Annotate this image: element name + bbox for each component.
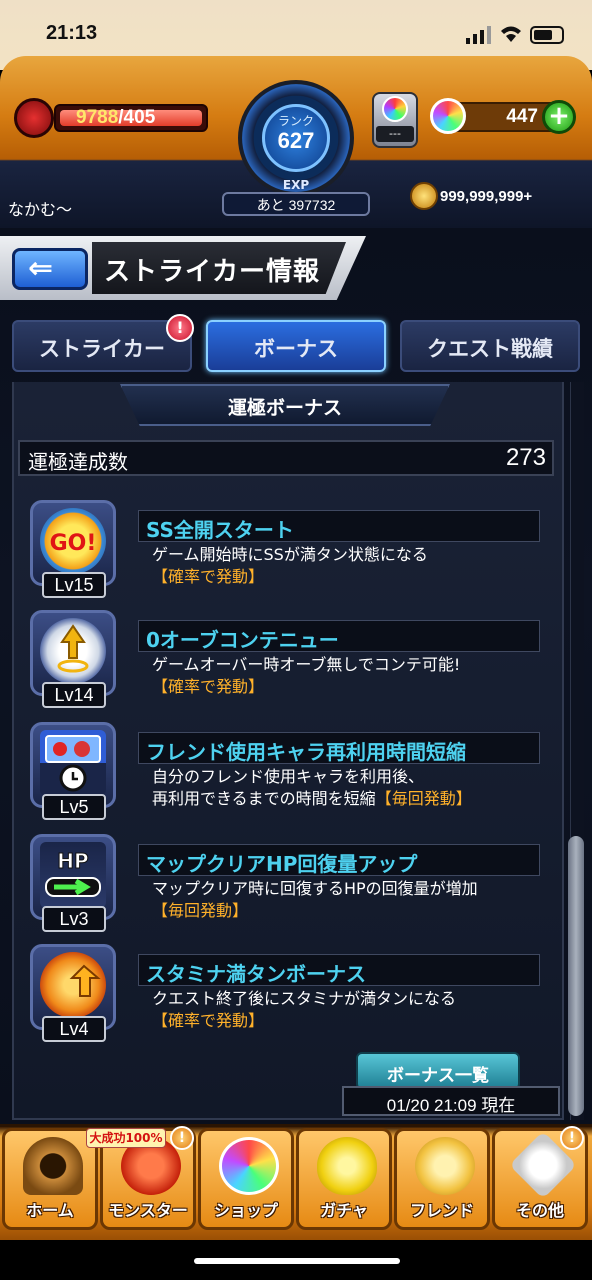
bonus-desc-line: マップクリア時に回復するHPの回復量が増加	[152, 879, 478, 898]
rank-value: 627	[277, 128, 315, 153]
gacha-egg-icon	[317, 1137, 377, 1195]
orb-icon	[430, 98, 466, 134]
bonus-trigger-tag: 【確率で発動】	[152, 677, 265, 696]
orb-value: 447	[506, 106, 538, 127]
bonus-name: スタミナ満タンボーナス	[146, 962, 366, 986]
player-name: なかむ〜	[8, 200, 73, 219]
bonus-badge: HP Lv3	[30, 834, 116, 938]
wifi-icon	[501, 26, 521, 42]
bonus-desc-line: 自分のフレンド使用キャラを利用後、	[152, 767, 425, 786]
bonus-level: Lv5	[42, 794, 106, 820]
bonus-trigger-tag: 【確率で発動】	[152, 567, 265, 586]
stamina-current: 9788	[76, 107, 119, 128]
nav-friend-label: フレンド	[409, 1201, 474, 1220]
bonus-description: 自分のフレンド使用キャラを利用後、 再利用できるまでの時間を短縮【毎回発動】	[152, 766, 472, 810]
battery-icon	[530, 26, 564, 44]
bonus-description: マップクリア時に回復するHPの回復量が増加 【毎回発動】	[152, 878, 478, 922]
stamina-value: 9788/405	[76, 107, 155, 129]
scrollbar-thumb[interactable]	[568, 836, 584, 1116]
bonus-name: マップクリアHP回復量アップ	[146, 852, 418, 876]
back-arrow-icon: ⇐	[28, 251, 54, 286]
stamina-icon	[40, 952, 106, 1018]
home-indicator[interactable]	[194, 1258, 400, 1264]
other-alert-icon: !	[560, 1126, 584, 1150]
hp-arrow-icon: HP	[40, 842, 106, 908]
status-time: 21:13	[46, 22, 98, 44]
bonus-trigger-tag: 【確率で発動】	[152, 1011, 265, 1030]
nav-monster-label: モンスター	[108, 1201, 188, 1220]
bonus-trigger-tag: 【毎回発動】	[375, 789, 472, 808]
tab-striker-label: ストライカー	[39, 337, 165, 361]
stamina-max: /405	[118, 107, 156, 128]
stamina-icon	[14, 98, 54, 138]
nav-home[interactable]: ホーム	[2, 1128, 98, 1230]
bonus-level: Lv3	[42, 906, 106, 932]
bonus-badge: Lv4	[30, 944, 116, 1048]
bonus-level: Lv15	[42, 572, 106, 598]
coin-icon	[410, 182, 438, 210]
bonus-level: Lv4	[42, 1016, 106, 1042]
svg-text:GO!: GO!	[50, 531, 97, 556]
bonus-level: Lv14	[42, 682, 106, 708]
bonus-badge: Lv5	[30, 722, 116, 826]
exp-remaining: あと 397732	[256, 197, 336, 213]
signal-icon	[466, 26, 491, 44]
nav-shop-label: ショップ	[213, 1201, 278, 1220]
orb-wings-icon	[40, 618, 106, 684]
coin-value: 999,999,999+	[440, 188, 533, 205]
bonus-trigger-tag: 【毎回発動】	[152, 901, 249, 920]
friend-clock-icon	[40, 730, 106, 796]
bonus-name: 0オーブコンテニュー	[146, 628, 339, 652]
exp-label: EXP	[282, 178, 310, 192]
nav-gacha[interactable]: ガチャ	[296, 1128, 392, 1230]
bonus-desc-line: 再利用できるまでの時間を短縮	[152, 789, 376, 808]
bonus-desc-line: ゲーム開始時にSSが満タン状態になる	[152, 545, 428, 564]
bonus-name: フレンド使用キャラ再利用時間短縮	[146, 740, 466, 764]
bonus-desc-line: クエスト終了後にスタミナが満タンになる	[152, 989, 457, 1008]
nav-friend[interactable]: フレンド	[394, 1128, 490, 1230]
unkyoku-count-label: 運極達成数	[28, 450, 128, 474]
page-title: ストライカー情報	[104, 257, 321, 287]
item-orb-icon	[382, 96, 408, 122]
home-gate-icon	[23, 1137, 83, 1195]
bonus-desc-line: ゲームオーバー時オーブ無しでコンテ可能!	[152, 655, 461, 674]
bonus-description: ゲームオーバー時オーブ無しでコンテ可能! 【確率で発動】	[152, 654, 460, 698]
bonus-description: クエスト終了後にスタミナが満タンになる 【確率で発動】	[152, 988, 456, 1032]
friends-icon	[415, 1137, 475, 1195]
monster-success-badge: 大成功100%	[86, 1128, 166, 1148]
bonus-list-button-label: ボーナス一覧	[387, 1066, 489, 1086]
monster-alert-icon: !	[170, 1126, 194, 1150]
nav-home-label: ホーム	[26, 1201, 74, 1220]
timestamp: 01/20 21:09 現在	[386, 1096, 516, 1115]
rainbow-orb-icon	[219, 1137, 279, 1195]
bonus-description: ゲーム開始時にSSが満タン状態になる 【確率で発動】	[152, 544, 428, 588]
tab-striker-alert-icon: !	[166, 314, 194, 342]
section-title: 運極ボーナス	[227, 397, 342, 419]
bonus-badge: GO! Lv15	[30, 500, 116, 604]
bonus-badge: Lv14	[30, 610, 116, 714]
unkyoku-count-value: 273	[505, 444, 546, 471]
buy-orbs-button[interactable]: +	[542, 100, 576, 134]
nav-gacha-label: ガチャ	[320, 1201, 368, 1220]
bonus-name: SS全開スタート	[146, 518, 294, 542]
rank-label: ランク	[277, 114, 314, 128]
nav-shop[interactable]: ショップ	[198, 1128, 294, 1230]
svg-text:HP: HP	[57, 849, 88, 873]
nav-other-label: その他	[515, 1201, 564, 1220]
go-icon: GO!	[40, 508, 106, 574]
tab-quest-record-label: クエスト戦績	[427, 337, 553, 361]
item-count: ---	[376, 126, 414, 142]
tab-bonus-label: ボーナス	[254, 337, 338, 361]
